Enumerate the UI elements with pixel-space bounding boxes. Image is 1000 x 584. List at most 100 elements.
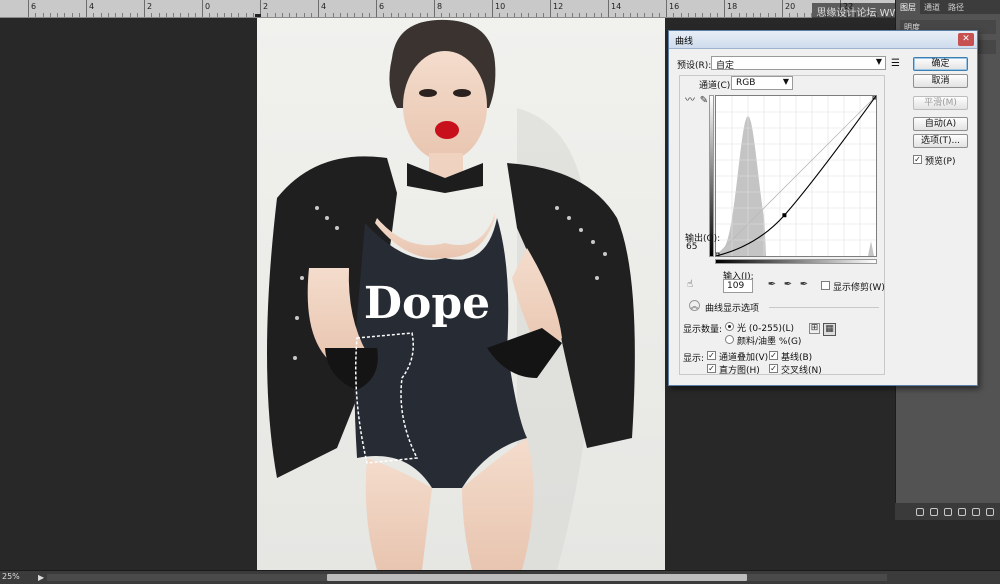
ruler-minor-tick — [107, 13, 109, 17]
input-field[interactable]: 109 — [723, 279, 753, 293]
channel-label: 通道(C): — [699, 81, 734, 91]
ruler-minor-tick — [281, 13, 283, 17]
ruler-number: 20 — [785, 2, 796, 11]
ruler-number: 18 — [727, 2, 738, 11]
chevron-down-icon: ▼ — [875, 57, 882, 66]
ruler-minor-tick — [129, 13, 131, 17]
ruler-minor-tick — [622, 13, 624, 17]
folder-icon[interactable] — [972, 507, 980, 516]
ruler-number: 12 — [553, 2, 564, 11]
ruler-minor-tick — [310, 13, 312, 17]
dialog-title: 曲线 — [675, 37, 694, 47]
light-radio[interactable] — [725, 322, 734, 331]
ruler-minor-tick — [115, 13, 116, 17]
ruler-minor-tick — [673, 13, 675, 17]
ruler-minor-tick — [347, 13, 348, 17]
tab-layers[interactable]: 图层 — [896, 0, 920, 14]
cancel-button[interactable]: 取消 — [913, 74, 968, 88]
mask-icon[interactable] — [944, 507, 952, 516]
intersection-checkbox[interactable]: ✓ — [769, 364, 778, 373]
ruler-number: 4 — [321, 2, 327, 11]
ruler-minor-tick — [194, 13, 196, 17]
ruler-minor-tick — [803, 13, 805, 17]
ok-button[interactable]: 确定 — [913, 57, 968, 71]
histogram-spike — [868, 241, 874, 256]
ruler-minor-tick — [267, 13, 269, 17]
tab-paths[interactable]: 路径 — [944, 0, 968, 14]
horizontal-ruler: 6420246810121416182022 — [0, 0, 895, 18]
ruler-tick — [144, 0, 145, 17]
ruler-minor-tick — [731, 13, 733, 17]
ruler-minor-tick — [687, 13, 689, 17]
ruler-minor-tick — [303, 13, 305, 17]
shirt-text: Dope — [364, 278, 490, 329]
ruler-minor-tick — [753, 13, 754, 17]
ruler-tick — [376, 0, 377, 17]
ruler-minor-tick — [709, 13, 711, 17]
ruler-minor-tick — [238, 13, 240, 17]
ruler-minor-tick — [586, 13, 588, 17]
tab-channels[interactable]: 通道 — [920, 0, 944, 14]
preview-checkbox[interactable]: ✓ — [913, 155, 922, 164]
adjustment-icon[interactable] — [958, 507, 966, 516]
ruler-tick — [318, 0, 319, 17]
new-layer-icon[interactable] — [986, 507, 994, 516]
dialog-titlebar[interactable]: 曲线 ✕ — [669, 31, 977, 49]
white-eyedropper-icon[interactable]: ✒ — [797, 279, 811, 291]
ruler-minor-tick — [368, 13, 370, 17]
channel-overlays-checkbox[interactable]: ✓ — [707, 351, 716, 360]
black-eyedropper-icon[interactable]: ✒ — [765, 279, 779, 291]
show-clipping-label: 显示修剪(W) — [833, 283, 885, 293]
ruler-number: 2 — [263, 2, 269, 11]
ruler-minor-tick — [470, 13, 472, 17]
preset-select[interactable]: 自定 ▼ — [711, 56, 886, 71]
scrollbar-thumb[interactable] — [327, 574, 747, 581]
grid-detailed-icon[interactable]: ▦ — [823, 323, 836, 336]
options-button[interactable]: 选项(T)... — [913, 134, 968, 148]
auto-button[interactable]: 自动(A) — [913, 117, 968, 131]
photo-canvas[interactable]: Dope — [257, 18, 665, 570]
ruler-minor-tick — [600, 13, 602, 17]
output-value[interactable]: 65 — [683, 241, 711, 255]
ruler-minor-tick — [245, 13, 247, 17]
ruler-tick — [492, 0, 493, 17]
ruler-minor-tick — [209, 13, 211, 17]
curve-edit-icon[interactable]: 〰 — [683, 95, 697, 107]
link-layers-icon[interactable] — [916, 507, 924, 516]
curves-graph[interactable] — [715, 95, 877, 257]
fx-icon[interactable] — [930, 507, 938, 516]
gray-eyedropper-icon[interactable]: ✒ — [781, 279, 795, 291]
ruler-minor-tick — [173, 13, 174, 17]
ruler-number: 4 — [89, 2, 95, 11]
ruler-minor-tick — [542, 13, 544, 17]
ruler-minor-tick — [231, 13, 232, 17]
ruler-minor-tick — [644, 13, 646, 17]
collapse-chevron-icon[interactable]: ︽ — [689, 300, 700, 311]
pigment-radio[interactable] — [725, 335, 734, 344]
close-icon[interactable]: ✕ — [958, 33, 974, 46]
status-menu-arrow-icon[interactable]: ▶ — [38, 573, 44, 582]
ruler-number: 16 — [669, 2, 680, 11]
curve-plot[interactable] — [716, 96, 876, 256]
ruler-minor-tick — [223, 13, 225, 17]
show-clipping-checkbox[interactable] — [821, 281, 830, 290]
ruler-minor-tick — [767, 13, 769, 17]
ruler-minor-tick — [774, 13, 776, 17]
ruler-minor-tick — [593, 13, 595, 17]
grid-simple-icon[interactable]: ⊞ — [809, 323, 820, 334]
photoshop-window: 6420246810121416182022 思缘设计论坛 WWW.MISSYU… — [0, 0, 1000, 584]
show-amount-label: 显示数量: — [683, 325, 723, 335]
layers-panel-footer — [895, 503, 1000, 520]
ruler-minor-tick — [557, 13, 559, 17]
baseline-checkbox[interactable]: ✓ — [769, 351, 778, 360]
zoom-level[interactable]: 25% — [2, 572, 20, 581]
preset-menu-icon[interactable]: ☰ — [891, 58, 900, 69]
smooth-button[interactable]: 平滑(M) — [913, 96, 968, 110]
channel-select[interactable]: RGB ▼ — [731, 76, 793, 90]
hand-adjust-icon[interactable]: ☝ — [683, 279, 697, 291]
histogram-label: 直方图(H) — [719, 366, 760, 376]
horizontal-scrollbar[interactable] — [47, 574, 887, 581]
ruler-minor-tick — [716, 13, 718, 17]
histogram-checkbox[interactable]: ✓ — [707, 364, 716, 373]
ruler-minor-tick — [397, 13, 399, 17]
